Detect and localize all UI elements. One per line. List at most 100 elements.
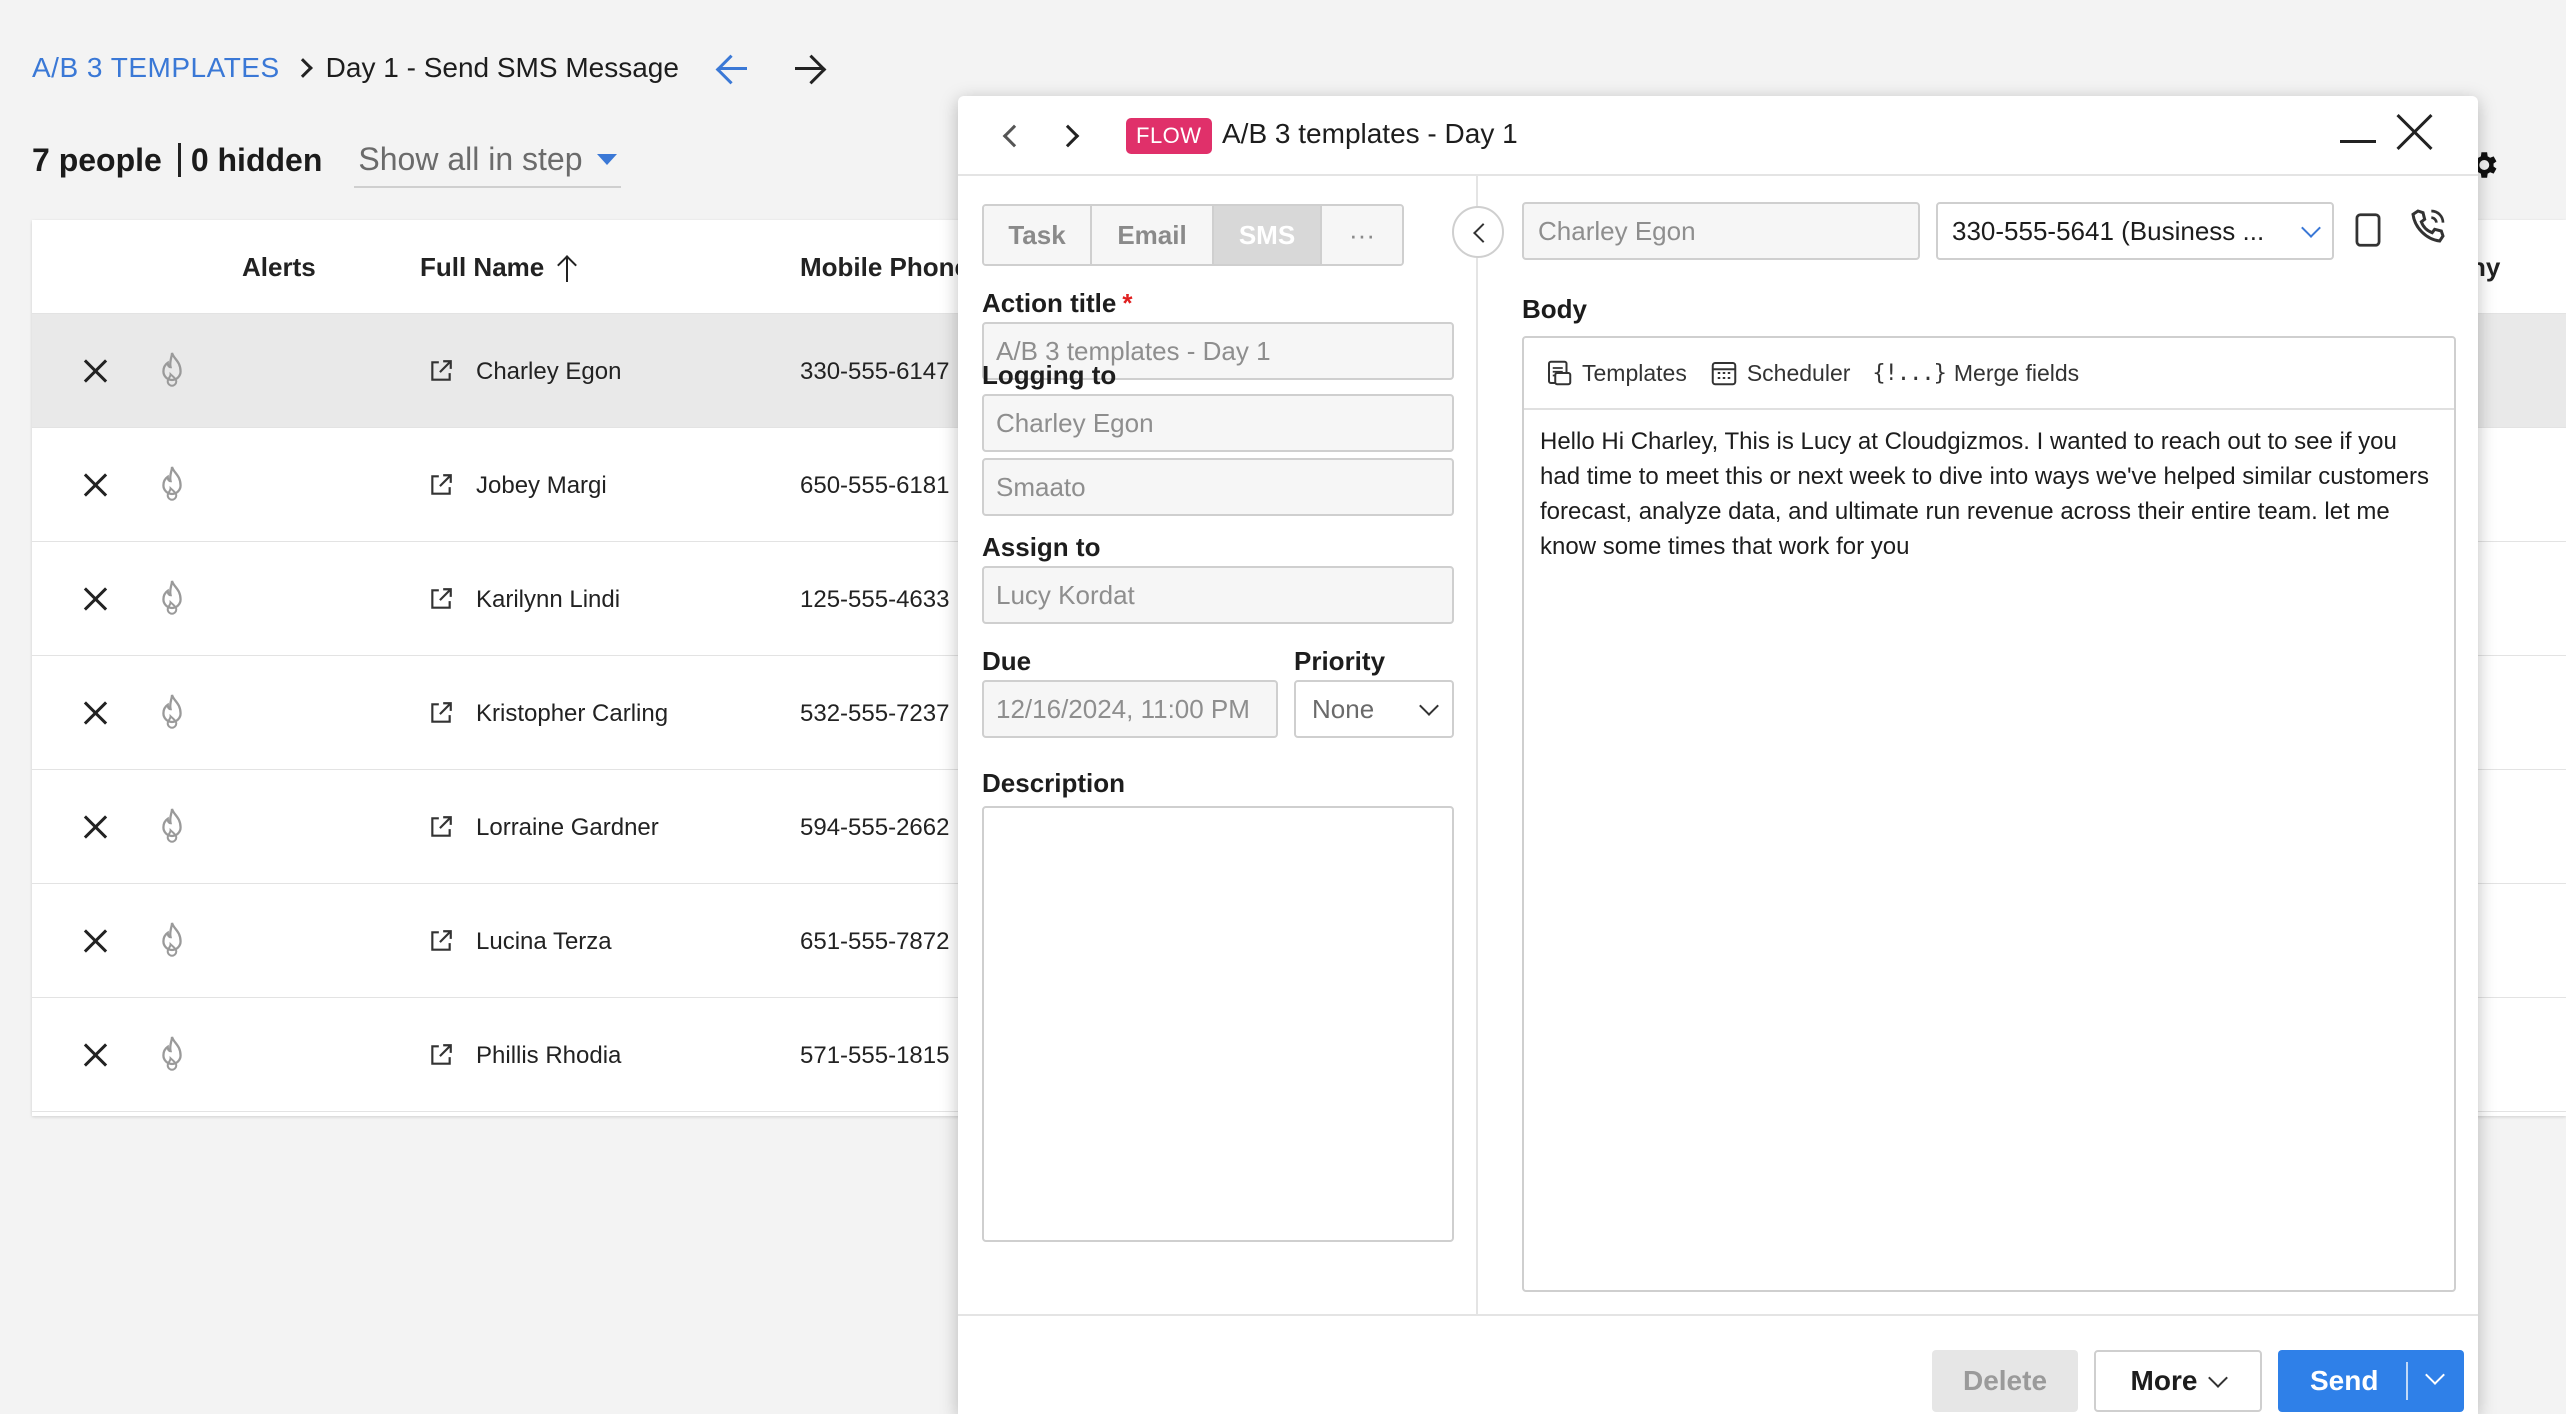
- full-name-cell[interactable]: Lucina Terza: [476, 928, 612, 956]
- scheduler-button[interactable]: Scheduler: [1709, 358, 1851, 388]
- step-navigation: [715, 50, 827, 86]
- chevron-down-icon: [2208, 1368, 2229, 1388]
- modal-header: FLOW A/B 3 templates - Day 1: [958, 96, 2478, 176]
- merge-fields-icon: {!...}: [1872, 360, 1946, 386]
- tab-email[interactable]: Email: [1092, 206, 1214, 264]
- open-external-icon[interactable]: [428, 928, 454, 954]
- remove-x-icon[interactable]: [82, 814, 108, 840]
- send-button[interactable]: Send: [2278, 1350, 2464, 1412]
- column-header-mobile-phone[interactable]: Mobile Phone: [800, 252, 969, 283]
- mobile-phone-cell: 571-555-1815: [800, 1042, 950, 1069]
- logging-account-input[interactable]: Smaato: [982, 458, 1454, 516]
- merge-fields-button[interactable]: {!...} Merge fields: [1872, 360, 2079, 387]
- full-name-cell[interactable]: Charley Egon: [476, 358, 621, 386]
- due-label: Due: [982, 646, 1032, 676]
- column-header-full-name-label: Full Name: [420, 252, 545, 282]
- breadcrumb-current: Day 1 - Send SMS Message: [325, 52, 679, 83]
- full-name-cell[interactable]: Phillis Rhodia: [476, 1042, 621, 1070]
- flame-icon[interactable]: [154, 806, 190, 846]
- due-date-input[interactable]: 12/16/2024, 11:00 PM: [982, 680, 1278, 738]
- open-external-icon[interactable]: [428, 700, 454, 726]
- step-filter-label: Show all in step: [358, 140, 583, 177]
- phone-number-select[interactable]: 330-555-5641 (Business ...: [1936, 202, 2334, 260]
- remove-x-icon[interactable]: [82, 928, 108, 954]
- column-header-alerts[interactable]: Alerts: [242, 252, 316, 283]
- priority-label: Priority: [1294, 646, 1386, 676]
- priority-select[interactable]: None: [1294, 680, 1454, 738]
- flame-icon[interactable]: [154, 1034, 190, 1074]
- mobile-phone-cell: 330-555-6147: [800, 358, 950, 385]
- chevron-down-icon: [2301, 218, 2321, 238]
- modal-footer: Delete More Send: [958, 1314, 2478, 1414]
- action-title-label-text: Action title: [982, 288, 1117, 318]
- open-external-icon[interactable]: [428, 358, 454, 384]
- description-label: Description: [982, 768, 1126, 798]
- full-name-cell[interactable]: Kristopher Carling: [476, 700, 668, 728]
- assign-to-label: Assign to: [982, 532, 1101, 562]
- tab-sms[interactable]: SMS: [1214, 206, 1322, 264]
- arrow-right-icon[interactable]: [791, 50, 827, 86]
- column-header-full-name[interactable]: Full Name: [420, 252, 578, 283]
- chevron-down-icon[interactable]: [2425, 1365, 2445, 1385]
- more-button[interactable]: More: [2094, 1350, 2262, 1412]
- open-external-icon[interactable]: [428, 1042, 454, 1068]
- tab-task[interactable]: Task: [984, 206, 1092, 264]
- mobile-phone-cell: 532-555-7237: [800, 700, 950, 727]
- mobile-phone-cell: 651-555-7872: [800, 928, 950, 955]
- full-name-cell[interactable]: Jobey Margi: [476, 472, 607, 500]
- modal-title: A/B 3 templates - Day 1: [1222, 118, 1518, 149]
- templates-button[interactable]: Templates: [1544, 358, 1687, 388]
- logging-contact-input[interactable]: Charley Egon: [982, 394, 1454, 452]
- templates-label: Templates: [1582, 359, 1687, 386]
- full-name-cell[interactable]: Lorraine Gardner: [476, 814, 659, 842]
- open-external-icon[interactable]: [428, 586, 454, 612]
- summary-divider: [177, 143, 181, 177]
- delete-button[interactable]: Delete: [1932, 1350, 2078, 1412]
- open-external-icon[interactable]: [428, 814, 454, 840]
- people-summary: 7 people 0 hidden Show all in step: [32, 136, 621, 188]
- open-external-icon[interactable]: [428, 472, 454, 498]
- editor-toolbar: Templates Scheduler {!...} Merge fields: [1524, 338, 2454, 410]
- action-type-tabs: Task Email SMS ···: [982, 204, 1404, 266]
- remove-x-icon[interactable]: [82, 472, 108, 498]
- remove-x-icon[interactable]: [82, 700, 108, 726]
- close-icon[interactable]: [2394, 112, 2434, 152]
- caret-down-icon: [596, 153, 617, 165]
- merge-fields-label: Merge fields: [1953, 359, 2080, 386]
- mobile-phone-cell: 650-555-6181: [800, 472, 950, 499]
- scheduler-label: Scheduler: [1746, 359, 1851, 386]
- mobile-phone-cell: 125-555-4633: [800, 586, 950, 613]
- tab-more-options[interactable]: ···: [1322, 206, 1402, 264]
- step-filter-dropdown[interactable]: Show all in step: [354, 132, 621, 188]
- flame-icon[interactable]: [154, 692, 190, 732]
- send-label: Send: [2310, 1365, 2379, 1396]
- remove-x-icon[interactable]: [82, 586, 108, 612]
- calendar-icon: [1711, 362, 1737, 386]
- recipient-input[interactable]: Charley Egon: [1522, 202, 1920, 260]
- body-label: Body: [1522, 294, 1587, 324]
- templates-icon: [1548, 360, 1572, 386]
- flame-icon[interactable]: [154, 350, 190, 390]
- remove-x-icon[interactable]: [82, 1042, 108, 1068]
- arrow-left-icon[interactable]: [715, 50, 751, 86]
- flame-icon[interactable]: [154, 464, 190, 504]
- assign-to-input[interactable]: Lucy Kordat: [982, 566, 1454, 624]
- message-body-text[interactable]: Hello Hi Charley, This is Lucy at Cloudg…: [1524, 410, 2454, 578]
- hidden-count: 0 hidden: [190, 141, 323, 178]
- chevron-left-icon[interactable]: [1002, 124, 1026, 148]
- people-count: 7 people: [32, 141, 162, 178]
- phone-call-icon[interactable]: [2408, 206, 2448, 246]
- full-name-cell[interactable]: Karilynn Lindi: [476, 586, 620, 614]
- phone-number-value: 330-555-5641 (Business ...: [1952, 215, 2265, 246]
- mobile-device-icon[interactable]: [2354, 212, 2382, 248]
- description-textarea[interactable]: [982, 806, 1454, 1242]
- remove-x-icon[interactable]: [82, 358, 108, 384]
- required-marker: *: [1122, 288, 1133, 318]
- minimize-icon[interactable]: [2340, 140, 2376, 143]
- chevron-right-icon[interactable]: [1056, 124, 1080, 148]
- send-split-divider: [2406, 1362, 2408, 1400]
- breadcrumb-root-link[interactable]: A/B 3 TEMPLATES: [32, 52, 280, 84]
- flame-icon[interactable]: [154, 920, 190, 960]
- sort-ascending-icon: [556, 256, 578, 283]
- flame-icon[interactable]: [154, 578, 190, 618]
